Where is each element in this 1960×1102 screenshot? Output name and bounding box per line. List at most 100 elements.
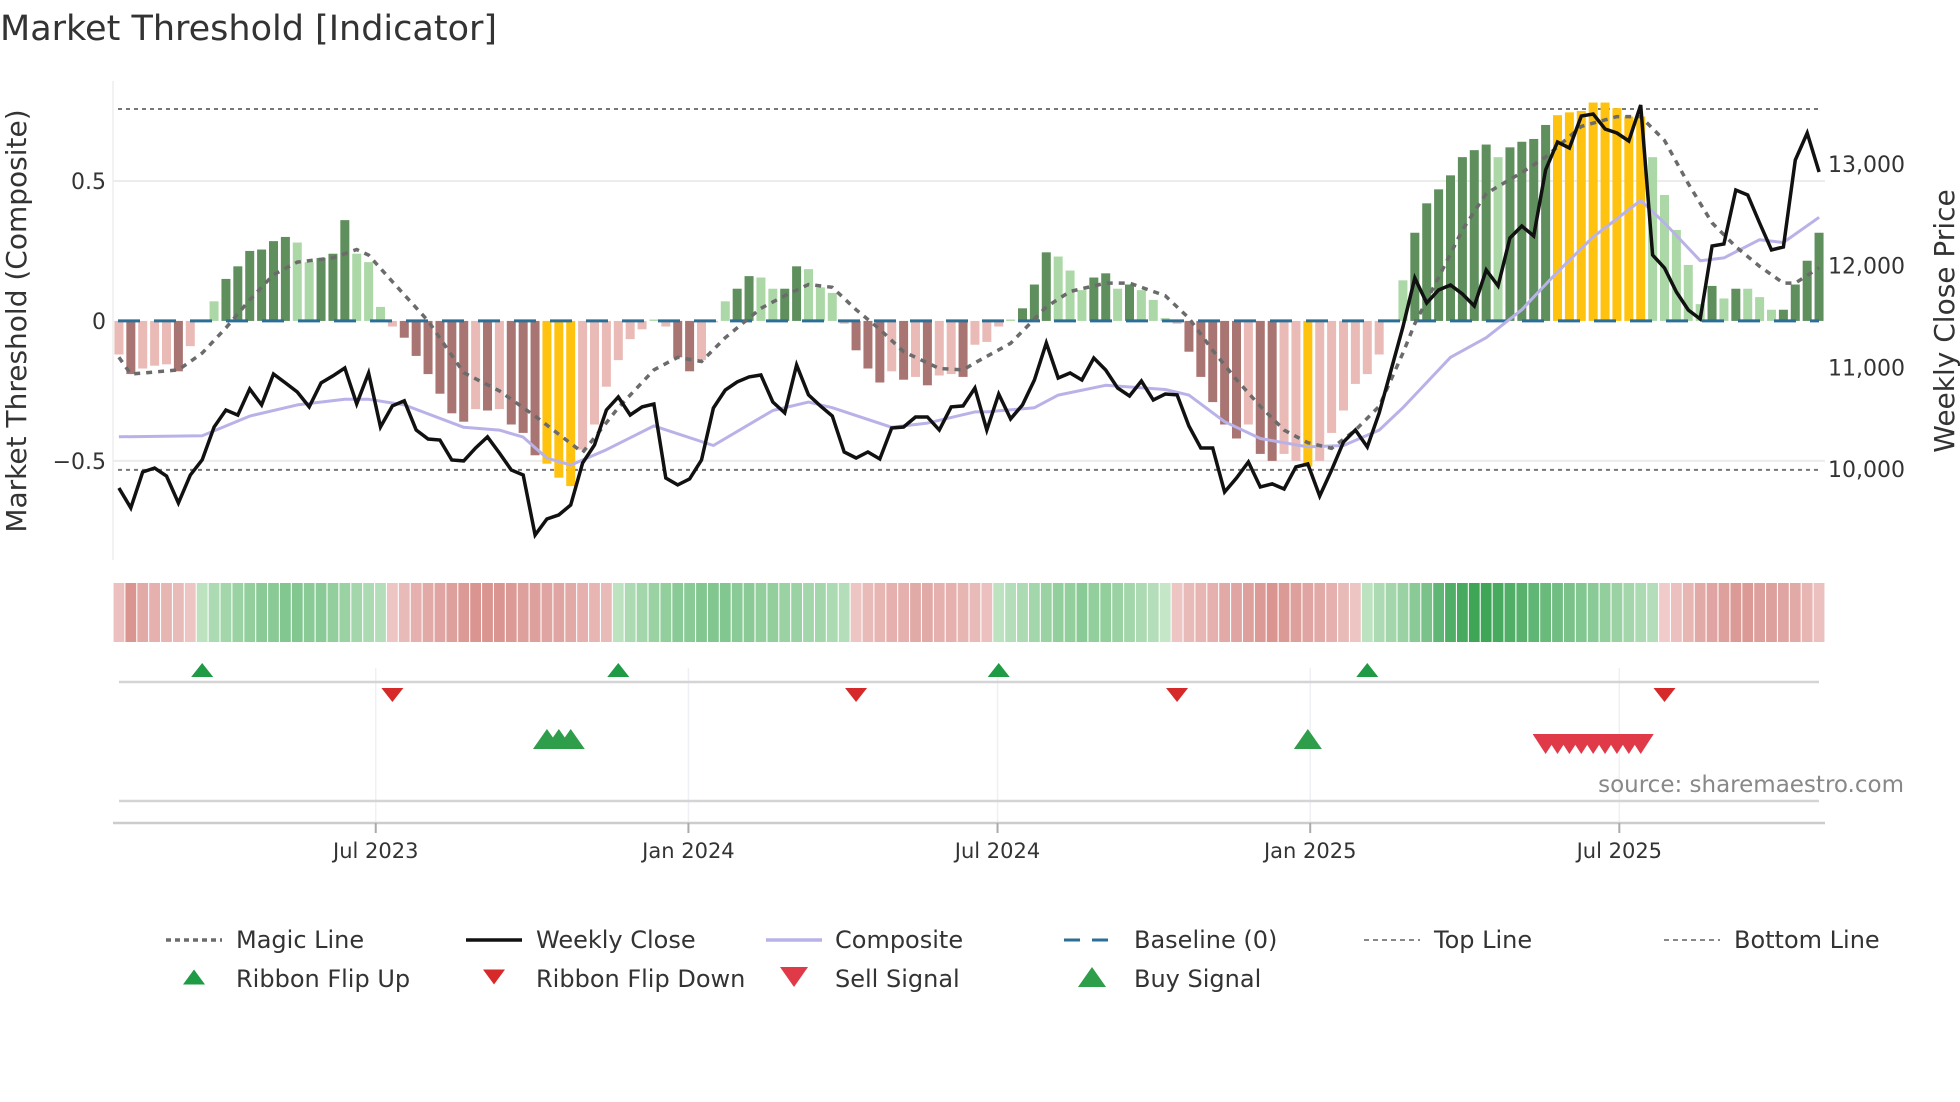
composite-bar	[423, 320, 433, 375]
composite-bar	[922, 320, 932, 386]
ribbon-cell	[268, 583, 279, 642]
ribbon-cell	[826, 583, 838, 642]
ribbon-cell	[1326, 583, 1338, 642]
ribbon-cell	[1813, 583, 1825, 642]
ribbon-cell	[684, 583, 696, 642]
composite-bar	[435, 320, 445, 394]
ribbon-flip-down-marker	[845, 688, 868, 702]
ribbon-cell	[1635, 583, 1647, 642]
x-tick-label: Jul 2023	[331, 839, 418, 863]
composite-bar	[506, 320, 516, 425]
composite-bar	[1541, 124, 1551, 321]
composite-bar	[280, 236, 290, 321]
ribbon-cell	[1766, 583, 1777, 642]
ribbon-cell	[351, 583, 363, 642]
ribbon-cell	[1777, 583, 1789, 642]
ribbon-cell	[113, 583, 125, 642]
ribbon-cell	[1028, 583, 1040, 642]
ribbon-cell	[184, 583, 196, 642]
composite-bar	[1339, 320, 1348, 411]
legend-label: Ribbon Flip Up	[236, 965, 410, 993]
ribbon-cell	[660, 583, 672, 642]
x-axis: Jul 2023 Jan 2024 Jul 2024 Jan 2025 Jul 2025	[331, 823, 1662, 863]
ribbon-cell	[648, 583, 660, 642]
ribbon-cell	[1682, 583, 1694, 642]
composite-bar	[471, 320, 481, 410]
composite-bar	[245, 250, 255, 321]
composite-bar	[1125, 284, 1134, 321]
ribbon-flip-up-marker	[607, 663, 630, 677]
ribbon-cell	[1445, 583, 1456, 642]
ribbon-cell	[1468, 583, 1480, 642]
ribbon-cell	[1171, 583, 1183, 642]
ribbon-cell	[493, 583, 505, 642]
composite-bar	[518, 320, 528, 433]
ribbon-cell	[279, 583, 291, 642]
composite-bar	[720, 301, 730, 321]
ribbon-cell	[220, 583, 232, 642]
composite-bar	[1374, 320, 1384, 355]
composite-bar	[114, 320, 124, 355]
ribbon-cell	[458, 583, 470, 642]
composite-bar	[625, 320, 635, 340]
ribbon-cell	[410, 583, 422, 642]
ribbon-cell	[375, 583, 386, 642]
composite-bar	[1196, 320, 1206, 377]
ribbon-cell	[196, 583, 208, 642]
ribbon-cell	[256, 583, 268, 642]
y-tick-label: 0	[92, 310, 106, 335]
ribbon-cell	[589, 583, 600, 642]
legend-label: Top Line	[1433, 926, 1532, 954]
ribbon-cell	[1183, 583, 1195, 642]
ribbon-cell	[1135, 583, 1147, 642]
y-right-tick-label: 10,000	[1828, 458, 1905, 483]
ribbon-cell	[339, 583, 351, 642]
ribbon-cell	[1433, 583, 1445, 642]
composite-bar	[126, 320, 136, 375]
composite-bar	[1707, 285, 1717, 321]
ribbon-cell	[1076, 583, 1088, 642]
ribbon-cell	[137, 583, 149, 642]
composite-bar	[1481, 144, 1491, 321]
ribbon-cell	[161, 583, 172, 642]
composite-bar	[1719, 298, 1729, 321]
composite-bar	[1600, 102, 1610, 321]
ribbon-cell	[600, 583, 612, 642]
composite-bar	[1255, 320, 1265, 454]
composite-bar	[1327, 320, 1337, 433]
ribbon-flip-down-marker	[1166, 688, 1189, 702]
composite-bar	[292, 242, 302, 321]
ribbon-cell	[1540, 583, 1552, 642]
buy-signal-marker	[1293, 729, 1322, 749]
composite-bar	[1101, 273, 1111, 321]
x-tick-label: Jul 2025	[1575, 839, 1662, 863]
composite-bar	[1790, 284, 1800, 321]
y-tick-label: 0.5	[71, 170, 106, 195]
composite-bar	[1243, 320, 1253, 425]
composite-bar	[1660, 194, 1669, 321]
composite-bar	[815, 287, 825, 321]
composite-bar	[697, 320, 706, 361]
composite-bar	[673, 320, 683, 358]
y-right-tick-label: 11,000	[1828, 356, 1905, 381]
composite-bar	[304, 262, 314, 321]
ribbon-cell	[636, 583, 648, 642]
composite-bar	[732, 288, 742, 321]
composite-bar	[1208, 320, 1218, 403]
composite-bar	[1743, 288, 1753, 321]
ribbon-cell	[1575, 583, 1587, 642]
ribbon-cell	[577, 583, 589, 642]
composite-bar	[257, 249, 267, 321]
ribbon-cell	[993, 583, 1005, 642]
composite-bar	[768, 288, 778, 321]
composite-bar	[221, 278, 231, 321]
ribbon-cell	[1195, 583, 1207, 642]
ribbon-cell	[1302, 583, 1314, 642]
composite-bar	[1802, 260, 1812, 321]
ribbon-cell	[232, 583, 244, 642]
composite-bar	[649, 319, 659, 321]
ribbon-cell	[814, 583, 826, 642]
ribbon-cell	[1480, 583, 1492, 642]
ribbon-cell	[886, 583, 898, 642]
ribbon-cell	[291, 583, 303, 642]
